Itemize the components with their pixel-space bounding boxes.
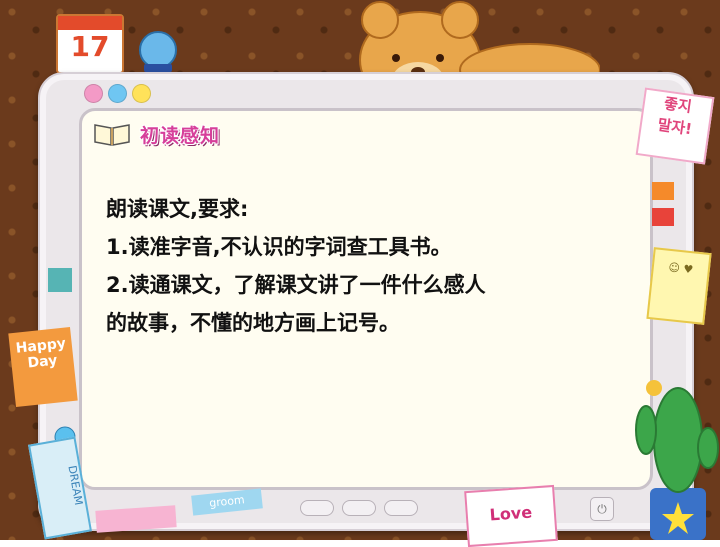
body-line-3: 2.读通课文，了解课文讲了一件什么感人 — [106, 273, 486, 297]
calendar-decoration: 17 — [56, 14, 124, 74]
orange-tape — [652, 182, 674, 200]
love-text: Love — [488, 502, 533, 525]
body-line-2: 1.读准字音,不认识的字词查工具书。 — [106, 235, 452, 259]
love-sticker: Love — [464, 484, 558, 547]
monitor-buttons — [300, 500, 418, 516]
yellow-dot — [132, 84, 151, 103]
body-line-4: 的故事，不懂的地方画上记号。 — [106, 311, 400, 335]
calendar-day: 17 — [70, 30, 110, 63]
monitor-button-1[interactable] — [300, 500, 334, 516]
happy-day-sticker: Happy Day — [8, 326, 78, 408]
slide-title-bar: 初读感知 — [92, 120, 220, 148]
slide-title: 初读感知 — [140, 124, 221, 147]
blue-dot — [108, 84, 127, 103]
cactus-decoration — [635, 380, 719, 540]
body-line-1: 朗读课文,要求: — [106, 197, 249, 221]
slide-body: 朗读课文,要求: 1.读准字音,不认识的字词查工具书。 2.读通课文，了解课文讲… — [106, 190, 626, 342]
calendar-header — [58, 16, 122, 30]
status-dots — [84, 84, 151, 103]
teal-tape — [48, 268, 72, 292]
yellow-note-sticker: ☺ ♥ — [646, 247, 712, 325]
korean-note-text: 좋지 말자! — [656, 94, 694, 139]
monitor-button-2[interactable] — [342, 500, 376, 516]
pink-dot — [84, 84, 103, 103]
snow-globe-icon — [139, 31, 177, 72]
power-icon[interactable]: ⏻ — [590, 497, 614, 521]
book-icon — [94, 124, 130, 146]
korean-note-sticker: 좋지 말자! — [635, 87, 715, 165]
happy-day-text: Happy Day — [14, 335, 67, 372]
monitor-button-3[interactable] — [384, 500, 418, 516]
groom-text: groom — [208, 493, 246, 510]
red-tape — [652, 208, 674, 226]
